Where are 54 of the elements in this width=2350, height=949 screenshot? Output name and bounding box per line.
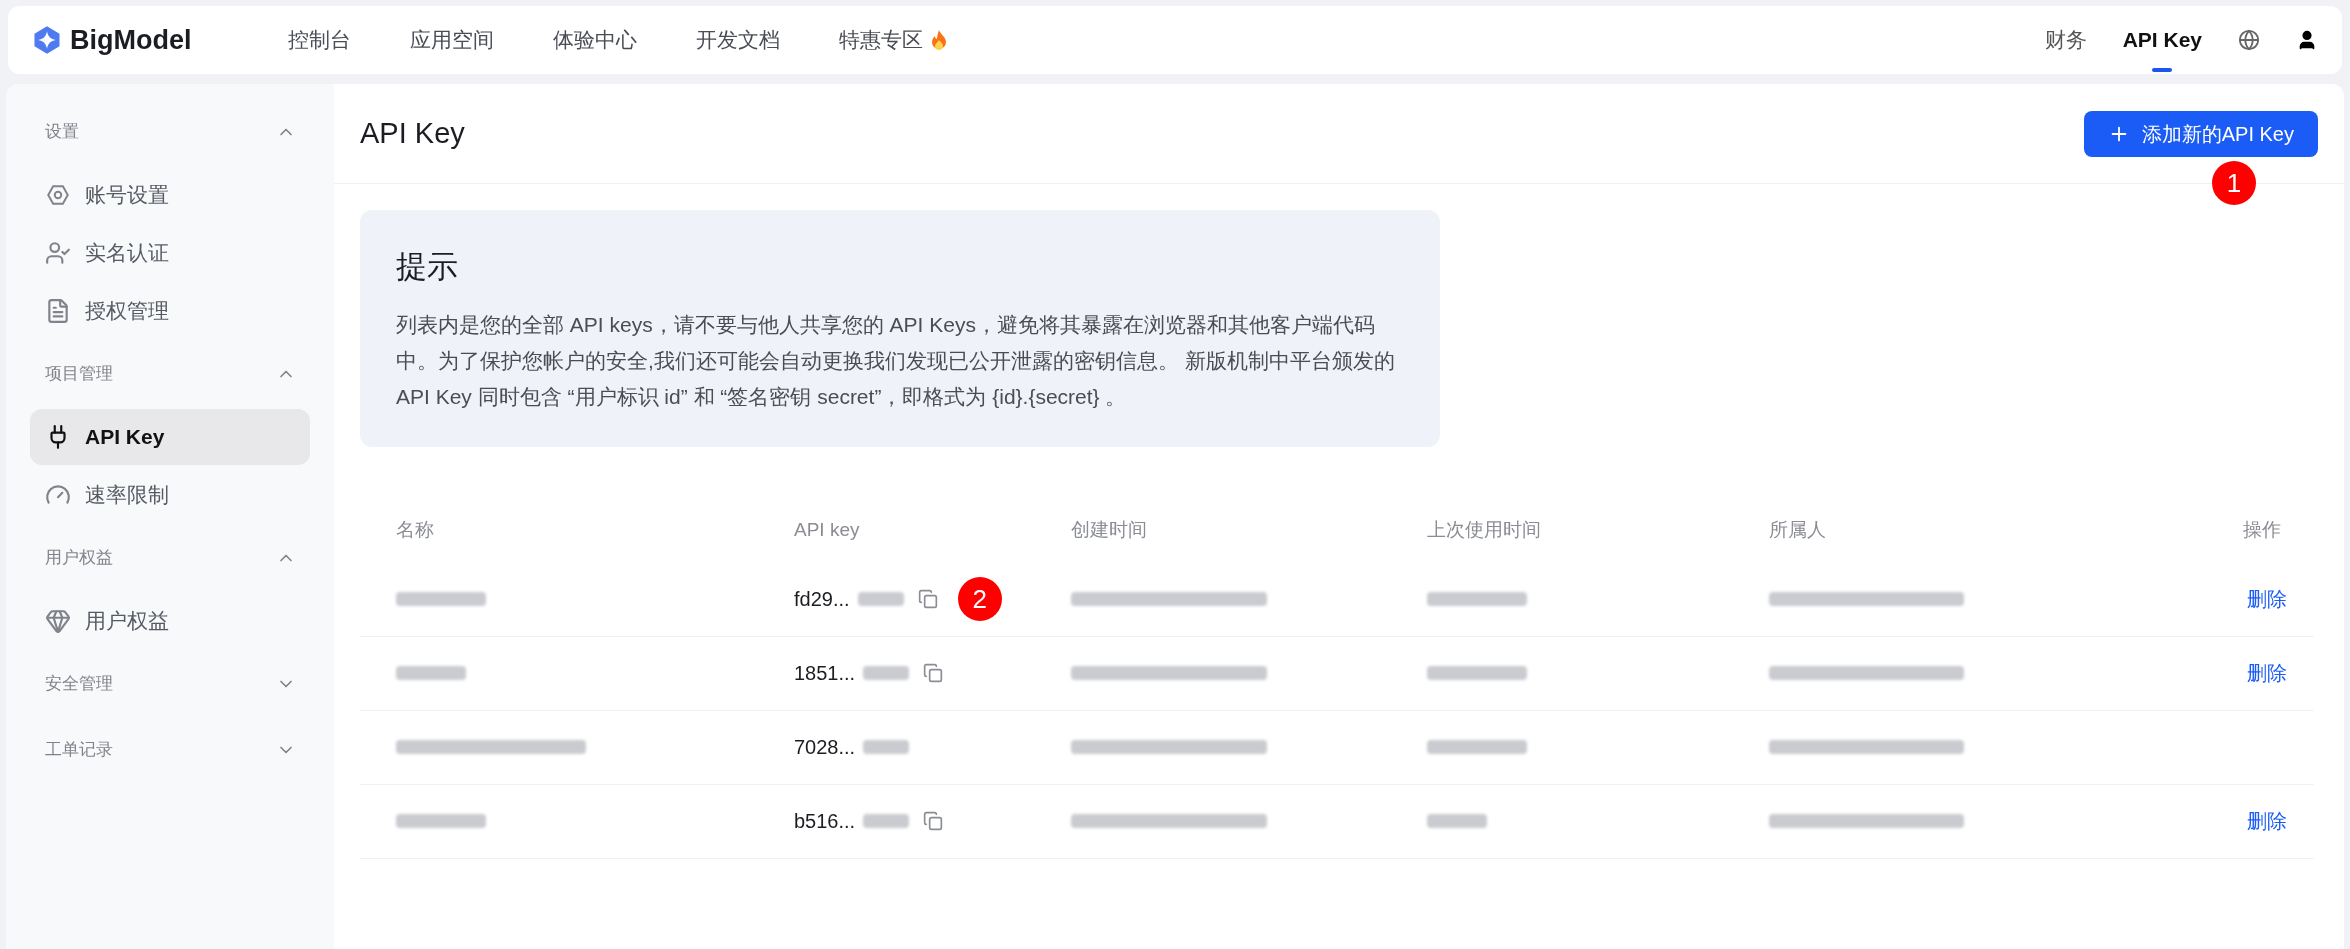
gem-icon xyxy=(45,608,71,634)
api-key-text: 1851... xyxy=(794,661,856,686)
blurred-text xyxy=(396,666,466,680)
blurred-text xyxy=(863,740,910,754)
api-key-text: b516... xyxy=(794,809,856,834)
column-header: 操作 xyxy=(2242,518,2282,543)
brand-name: BigModel xyxy=(70,23,192,57)
column-header: 所属人 xyxy=(1769,518,1827,543)
document-icon xyxy=(45,298,71,324)
notice-text: 列表内是您的全部 API keys，请不要与他人共享您的 API Keys，避免将其暴露在浏览器和其他客户端代码中。为了保护您帐户的安全,我们还可能会自动更换我们发现已公开泄露的密钥信息。 新版机制中平台颁发的 API Key 同时包含 “用户标识 id” 和 “签名密钥 secret”，即格式为 {id}.{secret} 。 xyxy=(396,311,1396,410)
hexagon-icon xyxy=(45,182,71,208)
delete-link[interactable]: 删除 xyxy=(2247,588,2287,610)
section-header[interactable]: 项目管理 xyxy=(30,341,310,407)
page-title: API Key xyxy=(360,115,465,151)
section-header[interactable]: 工单记录 xyxy=(30,717,310,783)
column-header: 创建时间 xyxy=(1071,518,1148,543)
notice-title: 提示 xyxy=(396,248,459,286)
nav-link[interactable]: 体验中心 xyxy=(553,24,637,56)
copy-icon[interactable] xyxy=(917,589,938,609)
add-api-key-button[interactable]: 添加新的API Key xyxy=(2083,110,2318,157)
api-key-text: 7028... xyxy=(794,735,856,760)
nav-link[interactable]: 控制台 xyxy=(288,24,351,56)
delete-link[interactable]: 删除 xyxy=(2247,810,2287,832)
column-header: 上次使用时间 xyxy=(1427,518,1542,543)
sidebar-item[interactable]: 实名认证 xyxy=(30,225,310,281)
section-header[interactable]: 安全管理 xyxy=(30,651,310,717)
user-check-icon xyxy=(45,240,71,266)
copy-icon[interactable] xyxy=(923,663,944,683)
copy-icon[interactable] xyxy=(923,811,944,831)
logo-icon xyxy=(32,25,62,55)
api-key-text: fd29... xyxy=(794,587,850,612)
nav-link[interactable]: 特惠专区 xyxy=(839,24,923,56)
annotation-badge: 2 xyxy=(957,577,1002,621)
nav-link[interactable]: 应用空间 xyxy=(410,24,494,56)
blurred-text xyxy=(857,592,904,606)
annotation-badge: 1 xyxy=(2212,161,2256,205)
blurred-text xyxy=(1427,814,1487,828)
sidebar-item[interactable]: 账号设置 xyxy=(30,167,310,223)
column-header: API key xyxy=(794,518,861,543)
nav-tab[interactable]: 财务 xyxy=(2044,24,2087,56)
nav-link[interactable]: 开发文档 xyxy=(696,24,780,56)
delete-link[interactable]: 删除 xyxy=(2247,662,2287,684)
section-header[interactable]: 设置 xyxy=(30,99,310,165)
column-header: 名称 xyxy=(395,518,435,543)
sidebar-item[interactable]: 授权管理 xyxy=(30,283,310,339)
blurred-text xyxy=(863,666,910,680)
nav-tab[interactable]: API Key xyxy=(2122,24,2202,56)
sidebar-item[interactable]: API Key xyxy=(30,409,310,465)
tab-underline xyxy=(2152,68,2173,73)
globe-icon[interactable] xyxy=(2238,29,2260,51)
sidebar-item[interactable]: 速率限制 xyxy=(30,467,310,523)
sidebar-item[interactable]: 用户权益 xyxy=(30,593,310,649)
blurred-text xyxy=(863,814,910,828)
section-header[interactable]: 用户权益 xyxy=(30,525,310,591)
